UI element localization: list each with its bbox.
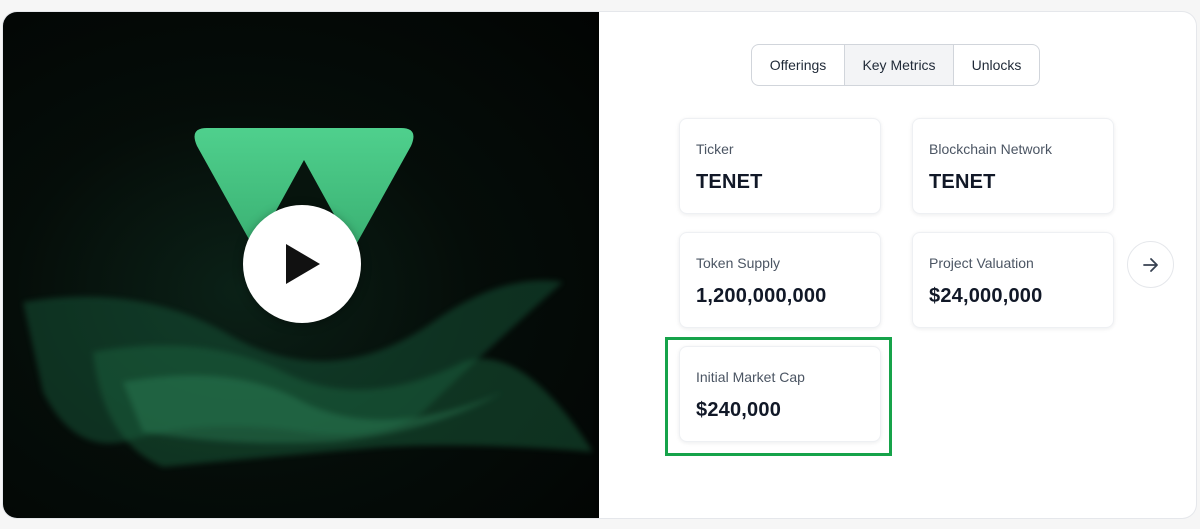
metric-value: $24,000,000 [929,285,1043,307]
metric-value: 1,200,000,000 [696,285,827,307]
metric-value: TENET [929,171,996,193]
metric-value: TENET [696,171,763,193]
token-overview-card: Offerings Key Metrics Unlocks Ticker TEN… [3,12,1196,518]
metric-card-ticker: Ticker TENET [679,118,881,214]
metric-label: Blockchain Network [929,141,1052,157]
metric-label: Token Supply [696,255,781,271]
play-button[interactable] [243,205,361,323]
metric-card-blockchain-network: Blockchain Network TENET [912,118,1114,214]
metric-label: Project Valuation [929,255,1034,271]
video-player[interactable] [3,12,599,518]
tab-key-metrics[interactable]: Key Metrics [845,45,954,85]
play-icon [286,244,320,284]
metric-label: Ticker [696,141,734,157]
tab-offerings[interactable]: Offerings [752,45,845,85]
metrics-tabs: Offerings Key Metrics Unlocks [751,44,1040,86]
metric-card-token-supply: Token Supply 1,200,000,000 [679,232,881,328]
tab-unlocks[interactable]: Unlocks [954,45,1039,85]
arrow-right-icon [1142,257,1158,272]
highlight-box [665,337,892,456]
next-button[interactable] [1127,241,1174,288]
metric-card-project-valuation: Project Valuation $24,000,000 [912,232,1114,328]
